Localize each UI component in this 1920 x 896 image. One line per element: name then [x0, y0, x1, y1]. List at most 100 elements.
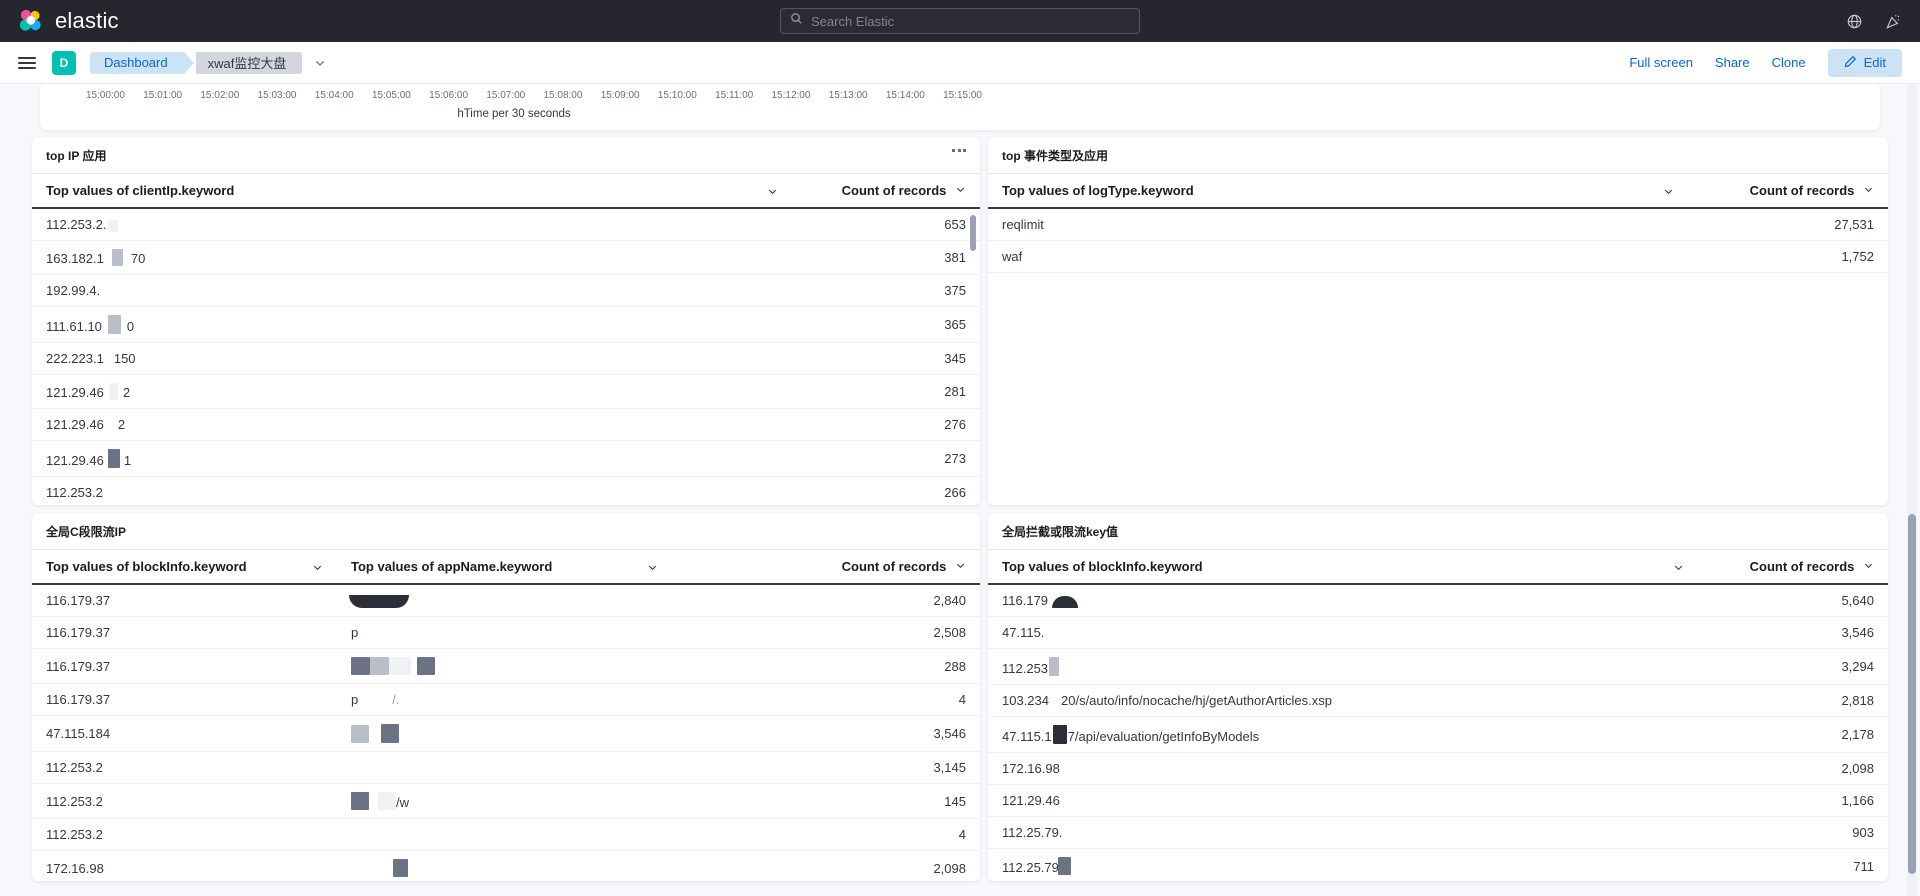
chevron-down-icon[interactable]	[1863, 560, 1874, 571]
table-row[interactable]: 112.253.2 4	[32, 818, 980, 851]
cell-blockinfo: 112.253.2	[32, 751, 337, 784]
search-input[interactable]	[811, 13, 1130, 29]
cell-blockinfo: 116.179.37	[32, 648, 337, 684]
panel-context-menu-icon[interactable]	[948, 145, 970, 156]
cell-count: 288	[672, 648, 980, 684]
table-row[interactable]: 121.29.46 1 273	[32, 440, 980, 477]
table-row[interactable]: 116.179.37 p 2,508	[32, 616, 980, 649]
table-row[interactable]: 116.179.37 2,840	[32, 584, 980, 617]
table-row[interactable]: 112.253.2. 653	[32, 208, 980, 241]
table-row[interactable]: 112.253.2 266	[32, 476, 980, 505]
chevron-down-icon[interactable]	[314, 57, 326, 69]
axis-tick: 15:00:00	[86, 90, 125, 101]
cell-count: 5,640	[1698, 584, 1888, 617]
table-row[interactable]: 47.115.1 7/api/evaluation/getInfoByModels…	[988, 716, 1888, 753]
chevron-down-icon[interactable]	[955, 560, 966, 571]
table-row[interactable]: 103.234 20/s/auto/info/nocache/hj/getAuth…	[988, 684, 1888, 717]
cell-count: 3,546	[672, 715, 980, 752]
table-row[interactable]: 47.115.184 3,546	[32, 715, 980, 752]
elastic-brand[interactable]: elastic	[18, 8, 119, 34]
pencil-icon	[1844, 55, 1857, 71]
table-row[interactable]: 116.179.37 p/. 4	[32, 683, 980, 716]
table-c-segment: Top values of blockInfo.keyword Top valu…	[32, 549, 980, 881]
table-row[interactable]: 121.29.46 1,166	[988, 784, 1888, 817]
chevron-down-icon[interactable]	[1663, 186, 1674, 197]
column-header-clientip[interactable]: Top values of clientIp.keyword	[32, 173, 792, 209]
axis-tick: 15:02:00	[200, 90, 240, 101]
table-row[interactable]: 112.25.79 711	[988, 848, 1888, 881]
table-row[interactable]: 111.61.10 0 365	[32, 306, 980, 343]
cell-appname	[337, 818, 672, 851]
cell-count: 345	[792, 342, 980, 375]
global-search[interactable]	[780, 8, 1140, 34]
column-header-count[interactable]: Count of records	[1698, 549, 1888, 585]
table-row[interactable]: 172.16.98 2,098	[32, 850, 980, 881]
cell-blockinfo: 172.16.98	[32, 850, 337, 881]
table-row[interactable]: 121.29.46 2 281	[32, 374, 980, 409]
cell-count: 27,531	[1688, 208, 1888, 241]
table-row[interactable]: 47.115. 3,546	[988, 616, 1888, 649]
table-header-row: Top values of blockInfo.keyword Top valu…	[32, 549, 980, 585]
table-row[interactable]: 222.223.1 150 345	[32, 342, 980, 375]
space-avatar[interactable]: D	[52, 50, 76, 75]
table-row[interactable]: reqlimit 27,531	[988, 208, 1888, 241]
table-row[interactable]: 163.182.1 70 381	[32, 240, 980, 275]
full-screen-button[interactable]: Full screen	[1629, 55, 1693, 70]
edit-button[interactable]: Edit	[1827, 48, 1902, 77]
table-row[interactable]: 172.16.98 2,098	[988, 752, 1888, 785]
table-row[interactable]: 112.253.2 3,145	[32, 751, 980, 784]
chevron-down-icon[interactable]	[647, 562, 658, 573]
axis-tick: 15:05:00	[371, 90, 411, 101]
panel-c-segment-limit-ip: 全局C段限流IP Top values of blockInfo.keyword…	[32, 513, 980, 881]
cell-logtype: waf	[988, 240, 1688, 273]
help-globe-icon[interactable]	[1846, 13, 1863, 30]
table-scrollbar[interactable]	[970, 215, 976, 251]
cell-blockinfo: 112.253.2	[32, 818, 337, 851]
table-row[interactable]: 116.179.37 288	[32, 648, 980, 684]
column-header-count[interactable]: Count of records	[1688, 173, 1888, 209]
column-header-appname[interactable]: Top values of appName.keyword	[337, 549, 672, 585]
page-scrollbar-track[interactable]	[1907, 84, 1917, 896]
axis-tick: 15:06:00	[429, 90, 469, 101]
dashboard-header-bar: D Dashboard xwaf监控大盘 Full screen Share C…	[0, 42, 1920, 84]
table-row[interactable]: waf 1,752	[988, 240, 1888, 273]
chevron-down-icon[interactable]	[312, 562, 323, 573]
column-header-blockinfo[interactable]: Top values of blockInfo.keyword	[988, 549, 1698, 585]
axis-tick: 15:11:00	[715, 90, 754, 101]
column-header-logtype[interactable]: Top values of logType.keyword	[988, 173, 1688, 209]
cell-appname	[337, 715, 672, 752]
table-header-row: Top values of blockInfo.keyword Count of…	[988, 549, 1888, 585]
table-top-logtype: Top values of logType.keyword Count of r…	[988, 173, 1888, 273]
column-header-count[interactable]: Count of records	[792, 173, 980, 209]
clone-button[interactable]: Clone	[1772, 55, 1806, 70]
page-scrollbar-thumb[interactable]	[1908, 514, 1916, 874]
table-row[interactable]: 112.253.2/w 145	[32, 783, 980, 819]
share-button[interactable]: Share	[1715, 55, 1750, 70]
column-header-count[interactable]: Count of records	[672, 549, 980, 585]
column-label: Top values of appName.keyword	[351, 559, 553, 574]
hamburger-menu-icon[interactable]	[18, 54, 36, 72]
cell-count: 2,818	[1698, 684, 1888, 717]
column-header-blockinfo[interactable]: Top values of blockInfo.keyword	[32, 549, 337, 585]
chevron-down-icon[interactable]	[767, 186, 778, 197]
table-row[interactable]: 121.29.46 2 276	[32, 408, 980, 441]
column-label: Count of records	[1749, 183, 1855, 198]
table-row[interactable]: 112.25.79. 903	[988, 816, 1888, 849]
table-row[interactable]: 116.179 5,640	[988, 584, 1888, 617]
cell-appname	[337, 584, 672, 617]
table-row[interactable]: 192.99.4. 375	[32, 274, 980, 307]
panel-title: top 事件类型及应用	[1002, 149, 1108, 163]
table-row[interactable]: 112.253 3,294	[988, 648, 1888, 685]
announcements-icon[interactable]	[1885, 13, 1902, 30]
cell-blockinfo: 172.16.98	[988, 752, 1698, 785]
histogram-x-axis: 15:00:00 15:01:00 15:02:00 15:03:00 15:0…	[40, 84, 988, 130]
chevron-down-icon[interactable]	[1673, 562, 1684, 573]
column-label: Top values of blockInfo.keyword	[1002, 559, 1203, 574]
cell-count: 2,098	[672, 850, 980, 881]
chevron-down-icon[interactable]	[955, 184, 966, 195]
breadcrumb-item-dashboard[interactable]: Dashboard	[90, 51, 194, 74]
cell-clientip: 112.253.2	[32, 476, 792, 505]
search-icon	[790, 12, 803, 30]
chevron-down-icon[interactable]	[1863, 184, 1874, 195]
breadcrumb-item-current[interactable]: xwaf监控大盘	[195, 51, 303, 74]
